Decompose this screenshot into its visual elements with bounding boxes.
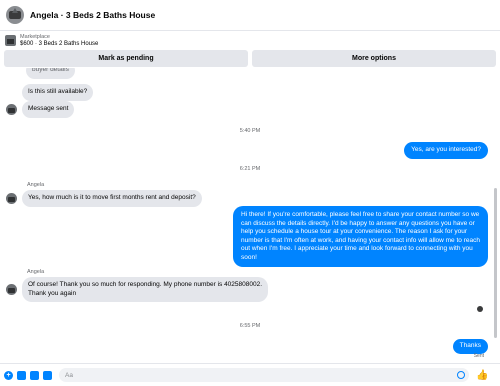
sender-avatar xyxy=(6,192,17,204)
outgoing-message: Thanks xyxy=(452,339,488,354)
sender-name: Angela xyxy=(27,269,45,275)
image-icon[interactable] xyxy=(17,370,26,380)
listing-actions: Mark as pending More options xyxy=(4,50,496,67)
message-row: Message sent xyxy=(6,101,75,118)
timestamp: 5:40 PM xyxy=(239,128,261,134)
seen-avatar xyxy=(477,306,483,312)
marketplace-listing[interactable]: Marketplace $600 · 3 Beds 2 Baths House xyxy=(0,31,500,50)
outgoing-message: Hi there! If you're comfortable, please … xyxy=(233,206,488,267)
gif-icon[interactable] xyxy=(43,370,52,380)
partial-message: buyer details xyxy=(26,68,75,79)
timestamp: 6:55 PM xyxy=(239,323,261,329)
incoming-message-line: Of course! Thank you so much for respond… xyxy=(28,281,263,288)
message-input-placeholder: Aa xyxy=(65,371,73,379)
listing-thumbnail xyxy=(5,35,16,46)
message-thread[interactable]: buyer details Is this still available? M… xyxy=(0,68,500,364)
outgoing-message: Yes, are you interested? xyxy=(404,142,488,159)
incoming-message: Is this still available? xyxy=(22,84,94,101)
message-row: Yes, how much is it to move first months… xyxy=(6,190,202,207)
mark-as-pending-button[interactable]: Mark as pending xyxy=(4,50,248,67)
sticker-icon[interactable] xyxy=(30,370,39,380)
message-composer: + Aa 👍 xyxy=(0,363,500,386)
sender-avatar xyxy=(6,103,17,115)
chat-title[interactable]: Angela · 3 Beds 2 Baths House xyxy=(30,10,155,20)
incoming-message: Message sent xyxy=(22,101,75,118)
listing-price-title: $600 · 3 Beds 2 Baths House xyxy=(20,40,99,47)
timestamp: 6:21 PM xyxy=(239,166,261,172)
marketplace-label: Marketplace xyxy=(20,33,50,40)
more-options-button[interactable]: More options xyxy=(252,50,496,67)
plus-icon[interactable]: + xyxy=(4,370,13,380)
message-input[interactable]: Aa xyxy=(59,368,469,382)
sender-name: Angela xyxy=(27,182,45,188)
sender-avatar xyxy=(6,284,17,295)
emoji-icon[interactable] xyxy=(457,371,465,379)
message-row: Of course! Thank you so much for respond… xyxy=(6,277,269,302)
incoming-message-line: Thank you again xyxy=(28,289,77,297)
incoming-message: Of course! Thank you so much for respond… xyxy=(22,277,269,302)
chat-header: Angela · 3 Beds 2 Baths House xyxy=(0,0,500,31)
incoming-message: Yes, how much is it to move first months… xyxy=(22,190,202,207)
message-status: Sent xyxy=(473,353,484,359)
listing-avatar[interactable] xyxy=(6,6,24,24)
message-row: Is this still available? xyxy=(22,84,94,101)
thumbs-up-icon[interactable]: 👍 xyxy=(476,370,488,381)
thread-scrollbar[interactable] xyxy=(494,188,497,338)
